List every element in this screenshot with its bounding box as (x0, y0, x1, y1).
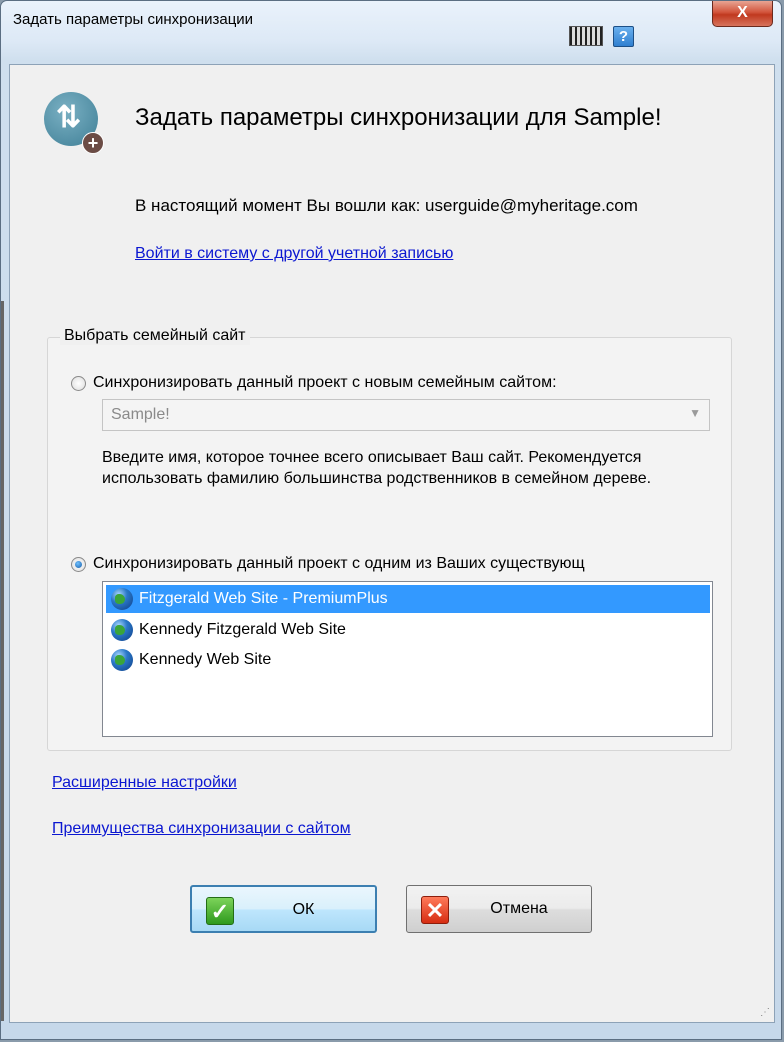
logged-in-text: В настоящий момент Вы вошли как: usergui… (135, 196, 638, 215)
chevron-down-icon: ▼ (689, 406, 701, 420)
family-site-group-label: Выбрать семейный сайт (60, 327, 250, 345)
cancel-button-label: Отмена (490, 900, 548, 917)
new-site-name-combo: Sample! ▼ (102, 399, 710, 431)
list-item[interactable]: Kennedy Web Site (106, 646, 710, 674)
window-title: Задать параметры синхронизации (13, 11, 254, 28)
resize-grip-icon[interactable]: ⋰ (760, 1007, 770, 1018)
globe-icon (111, 619, 133, 641)
close-button[interactable]: X (712, 1, 773, 27)
existing-site-radio[interactable] (71, 557, 86, 572)
cancel-button[interactable]: ✕ Отмена (406, 885, 592, 933)
list-item[interactable]: Fitzgerald Web Site - PremiumPlus (106, 585, 710, 613)
sync-add-icon: ⇅ + (44, 92, 104, 154)
switch-account-link[interactable]: Войти в систему с другой учетной записью (135, 245, 453, 263)
globe-icon (111, 649, 133, 671)
ok-button[interactable]: ✓ ОК (190, 885, 377, 933)
title-bar[interactable]: Задать параметры синхронизации ? X (1, 1, 781, 47)
advanced-settings-link[interactable]: Расширенные настройки (52, 774, 237, 792)
help-icon[interactable]: ? (613, 26, 634, 47)
existing-sites-list[interactable]: Fitzgerald Web Site - PremiumPlus Kenned… (102, 581, 713, 737)
list-item-label: Kennedy Web Site (139, 651, 272, 668)
existing-site-radio-label[interactable]: Синхронизировать данный проект с одним и… (93, 555, 715, 573)
globe-icon (111, 588, 133, 610)
new-site-radio[interactable] (71, 376, 86, 391)
plus-icon: + (82, 132, 104, 154)
site-name-hint: Введите имя, которое точнее всего описыв… (102, 449, 652, 487)
dialog-window: Задать параметры синхронизации ? X ⇅ + З… (0, 0, 782, 1040)
dialog-heading: Задать параметры синхронизации для Sampl… (135, 104, 662, 131)
dialog-body: ⇅ + Задать параметры синхронизации для S… (9, 64, 775, 1023)
sync-arrows-icon: ⇅ (56, 101, 82, 134)
new-site-radio-label[interactable]: Синхронизировать данный проект с новым с… (93, 374, 557, 392)
new-site-name-value: Sample! (111, 406, 170, 423)
keyboard-icon[interactable] (569, 26, 603, 46)
list-item-label: Kennedy Fitzgerald Web Site (139, 621, 346, 638)
sync-benefits-link[interactable]: Преимущества синхронизации с сайтом (52, 820, 351, 838)
window-edge (1, 301, 4, 1021)
ok-button-label: ОК (292, 901, 315, 918)
list-item[interactable]: Kennedy Fitzgerald Web Site (106, 616, 710, 644)
list-item-label: Fitzgerald Web Site - PremiumPlus (139, 590, 388, 607)
